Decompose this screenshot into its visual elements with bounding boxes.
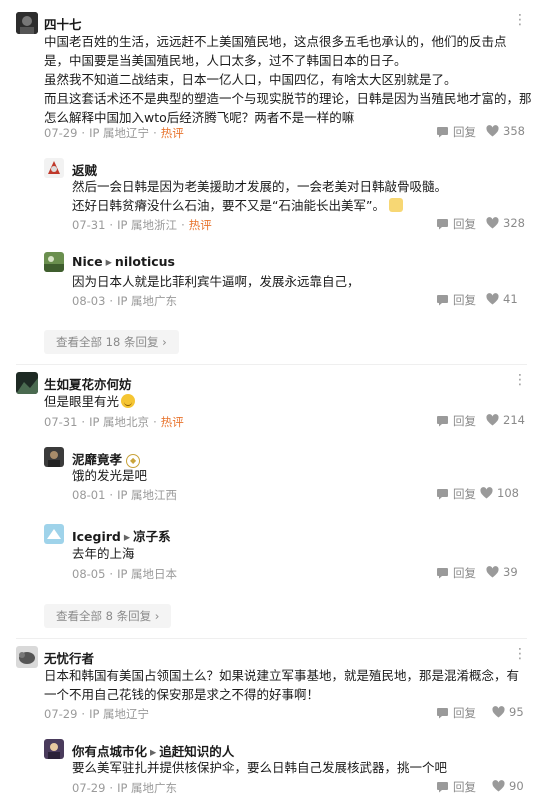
comment-bubble-icon [437, 416, 448, 427]
comment-text-line: 一个不用自己花钱的保安那是求之不得的好事啊！ [44, 687, 320, 702]
reply-meta: 08-05 · IP 属地日本 [72, 567, 178, 581]
reply-arrow-icon: ▸ [150, 744, 157, 759]
comment-bubble-icon [437, 489, 448, 500]
heart-icon [486, 125, 499, 137]
avatar-image [44, 739, 64, 759]
reply-button[interactable]: 回复 [436, 705, 476, 721]
like-button[interactable]: 214 [486, 413, 525, 427]
comment-text-line: 而且这套话术还不是典型的塑造一个与现实脱节的理论，日韩是因为当殖民地才富的，那 [44, 91, 532, 106]
reply-target-user: 追赶知识的人 [159, 744, 235, 759]
avatar-image [44, 524, 64, 544]
like-button[interactable]: 90 [492, 779, 524, 793]
avatar[interactable] [44, 739, 64, 759]
view-all-replies-button[interactable]: 查看全部 18 条回复 › [44, 330, 179, 354]
view-all-replies-button[interactable]: 查看全部 8 条回复 › [44, 604, 172, 628]
avatar-image [16, 646, 38, 668]
username[interactable]: Nice ▸ niloticus [72, 254, 175, 269]
heart-icon [486, 414, 499, 426]
like-button[interactable]: 95 [492, 705, 524, 719]
hot-badge: 热评 [160, 415, 184, 429]
comment-bubble-icon [437, 295, 448, 306]
comment-meta: 07-29 · IP 属地辽宁 [44, 707, 150, 721]
comment-bubble-icon [437, 782, 448, 793]
heart-icon [492, 706, 505, 718]
hot-badge: 热评 [188, 218, 212, 232]
comment-text-line: 虽然我不知道二战结束，日本一亿人口，中国四亿，有啥太大区别就是了。 [44, 72, 457, 87]
like-button[interactable]: 41 [486, 292, 518, 306]
reply-arrow-icon: ▸ [123, 529, 131, 544]
comment-text-line: 中国老百姓的生活，远远赶不上美国殖民地，这点很多五毛也承认的，他们的反击点 [44, 34, 507, 49]
reply-meta: 08-01 · IP 属地江西 [72, 488, 178, 502]
reply-button[interactable]: 回复 [436, 124, 476, 140]
divider [16, 638, 527, 639]
reply-button[interactable]: 回复 [436, 486, 476, 502]
like-button[interactable]: 39 [486, 565, 518, 579]
heart-icon [486, 293, 499, 305]
username[interactable]: 无忧行者 [44, 648, 94, 667]
reply-meta: 07-31 · IP 属地浙江 · 热评 [72, 218, 212, 232]
reply-text-line: 因为日本人就是比菲利宾牛逼啊，发展永远靠自己， [72, 274, 360, 289]
reply-text-line: 然后一会日韩是因为老美援助才发展的，一会老美对日韩敲骨吸髓。 [72, 179, 448, 194]
like-button[interactable]: 108 [480, 486, 519, 500]
reply-button[interactable]: 回复 [436, 216, 476, 232]
avatar[interactable] [16, 372, 38, 394]
comment-meta: 07-31 · IP 属地北京 · 热评 [44, 415, 184, 429]
avatar[interactable] [44, 447, 64, 467]
reply-button[interactable]: 回复 [436, 565, 476, 581]
divider [16, 364, 527, 365]
heart-icon [486, 217, 499, 229]
reply-meta: 07-29 · IP 属地广东 [72, 781, 178, 795]
comment-text-line: 但是眼里有光 [44, 392, 136, 412]
avatar-image [44, 158, 64, 178]
reply-text-line: 要么美军驻扎并提供核保护伞，要么日韩自己发展核武器，挑一个吧 [72, 760, 448, 775]
like-button[interactable]: 358 [486, 124, 525, 138]
reply-meta: 08-03 · IP 属地广东 [72, 294, 178, 308]
hot-badge: 热评 [160, 126, 184, 140]
avatar[interactable] [44, 524, 64, 544]
avatar-image [16, 12, 38, 34]
comment-date: 07-29 [44, 126, 78, 140]
more-options-icon[interactable]: ⋮ [513, 12, 527, 28]
heart-icon [486, 566, 499, 578]
reply-arrow-icon: ▸ [105, 254, 112, 269]
like-button[interactable]: 328 [486, 216, 525, 230]
username[interactable]: Icegird ▸ 凉子系 [72, 526, 171, 545]
more-options-icon[interactable]: ⋮ [513, 372, 527, 388]
comment-bubble-icon [437, 708, 448, 719]
username[interactable]: 四十七 [44, 14, 82, 33]
reply-text-line: 还好日韩贫瘠没什么石油，要不又是“石油能长出美军”。 [72, 196, 403, 216]
avatar-image [44, 447, 64, 467]
comment-text-line: 日本和韩国有美国占领国土么？如果说建立军事基地，就是殖民地，那是混淆概念，有 [44, 668, 520, 683]
reply-button[interactable]: 回复 [436, 292, 476, 308]
smile-emoji-icon [121, 394, 136, 408]
reply-target-user: 凉子系 [133, 529, 171, 544]
comment-bubble-icon [437, 219, 448, 230]
reply-button[interactable]: 回复 [436, 779, 476, 795]
like-count: 358 [503, 124, 525, 138]
avatar[interactable] [44, 252, 64, 272]
ip-location: IP 属地辽宁 [89, 126, 150, 140]
reply-target-user: niloticus [114, 254, 175, 269]
avatar-image [44, 252, 64, 272]
avatar-image [16, 372, 38, 394]
cat-emoji-icon [388, 198, 403, 212]
heart-icon [480, 487, 493, 499]
heart-icon [492, 780, 505, 792]
comment-text-line: 是，中国要是当美国殖民地，人口太多，过不了韩国日本的日子。 [44, 53, 407, 68]
reply-text-line: 去年的上海 [72, 546, 135, 561]
comment-bubble-icon [437, 127, 448, 138]
avatar[interactable] [16, 646, 38, 668]
reply-button[interactable]: 回复 [436, 413, 476, 429]
comment-bubble-icon [437, 568, 448, 579]
avatar[interactable] [16, 12, 38, 34]
reply-text-line: 饿的发光是吧 [72, 468, 148, 483]
username[interactable]: 生如夏花亦何妨 [44, 374, 132, 393]
more-options-icon[interactable]: ⋮ [513, 646, 527, 662]
comment-meta: 07-29 · IP 属地辽宁 · 热评 [44, 126, 184, 140]
avatar[interactable] [44, 158, 64, 178]
